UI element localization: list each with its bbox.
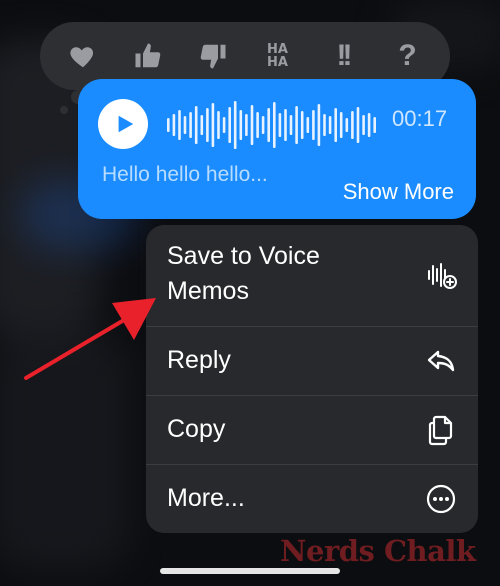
waveform-bar xyxy=(217,111,220,139)
waveform-bar xyxy=(178,110,181,140)
tapback-dislike[interactable] xyxy=(191,34,235,78)
show-more-link[interactable]: Show More xyxy=(343,179,454,205)
waveform-bar xyxy=(172,114,176,136)
waveform-bar xyxy=(167,118,170,132)
waveform-bar xyxy=(189,112,192,138)
watermark: Nerds Chalk xyxy=(280,534,476,568)
menu-item-save-to-voice-memos[interactable]: Save to Voice Memos xyxy=(146,225,478,326)
waveform-bar xyxy=(239,110,243,140)
waveform-bar xyxy=(345,118,349,132)
waveform-bar xyxy=(194,106,198,144)
play-icon xyxy=(118,115,134,133)
menu-item-more[interactable]: More... xyxy=(146,465,478,533)
waveform-bar xyxy=(289,115,293,135)
waveform-bar xyxy=(206,108,209,142)
waveform-bar xyxy=(306,117,310,133)
tapback-haha[interactable]: HA HA xyxy=(256,34,300,78)
waveform-bar xyxy=(317,104,321,146)
waveform-bar xyxy=(300,111,304,139)
waveform-bar xyxy=(261,116,265,134)
reply-arrow-icon xyxy=(422,342,460,380)
waveform-bar xyxy=(222,117,226,133)
waveform-bar xyxy=(233,101,237,149)
waveform-bar xyxy=(278,113,282,137)
ellipsis-circle-icon xyxy=(422,480,460,518)
audio-transcript: Hello hello hello... xyxy=(102,163,268,186)
waveform-bar xyxy=(323,114,326,136)
waveform-bar xyxy=(273,102,276,148)
waveform-bar xyxy=(183,116,187,134)
waveform-bar xyxy=(211,103,215,147)
heart-icon xyxy=(69,47,93,68)
waveform-bar xyxy=(362,115,365,135)
waveform-bar xyxy=(328,116,332,134)
menu-item-copy[interactable]: Copy xyxy=(146,396,478,464)
tapback-tail xyxy=(60,106,68,114)
waveform-bar xyxy=(312,110,315,140)
waveform-bar xyxy=(267,108,270,142)
waveform-bar xyxy=(334,108,337,142)
background-blur xyxy=(0,330,130,570)
menu-item-reply[interactable]: Reply xyxy=(146,327,478,395)
waveform-bar xyxy=(256,112,259,138)
waveform-bar xyxy=(284,109,287,141)
thumbs-up-icon xyxy=(135,43,160,68)
voice-message-bubble[interactable]: 00:17 Hello hello hello... Show More xyxy=(78,79,476,219)
waveform-bar xyxy=(373,117,376,133)
waveform-bar xyxy=(295,106,298,144)
menu-item-label: More... xyxy=(167,484,245,512)
question-icon: ? xyxy=(398,39,417,72)
waveform-bar xyxy=(245,114,248,136)
tapback-heart[interactable] xyxy=(61,34,105,78)
menu-item-label: Save to Voice Memos xyxy=(167,242,320,305)
menu-item-label: Copy xyxy=(167,415,226,443)
waveform-bar xyxy=(228,107,231,143)
tapback-like[interactable] xyxy=(126,34,170,78)
waveform-bar xyxy=(356,107,360,143)
waveform-bar xyxy=(200,115,204,135)
tapback-question[interactable]: ? xyxy=(386,34,430,78)
waveform-bar xyxy=(367,113,371,137)
tapback-emphasize[interactable]: !! xyxy=(321,34,365,78)
context-menu: Save to Voice Memos Reply Copy More... xyxy=(146,225,478,533)
waveform xyxy=(167,101,376,149)
menu-item-label: Reply xyxy=(167,346,231,374)
exclamation-icon: !! xyxy=(336,39,353,72)
haha-icon: HA HA xyxy=(267,42,288,70)
waveform-bar xyxy=(351,111,354,139)
home-indicator[interactable] xyxy=(160,568,340,574)
waveform-plus-icon xyxy=(422,256,460,294)
play-button[interactable] xyxy=(98,99,148,149)
waveform-bar xyxy=(339,112,343,138)
audio-duration: 00:17 xyxy=(392,106,448,131)
thumbs-down-icon xyxy=(200,44,225,69)
copy-document-icon xyxy=(422,411,460,449)
waveform-bar xyxy=(250,105,254,145)
